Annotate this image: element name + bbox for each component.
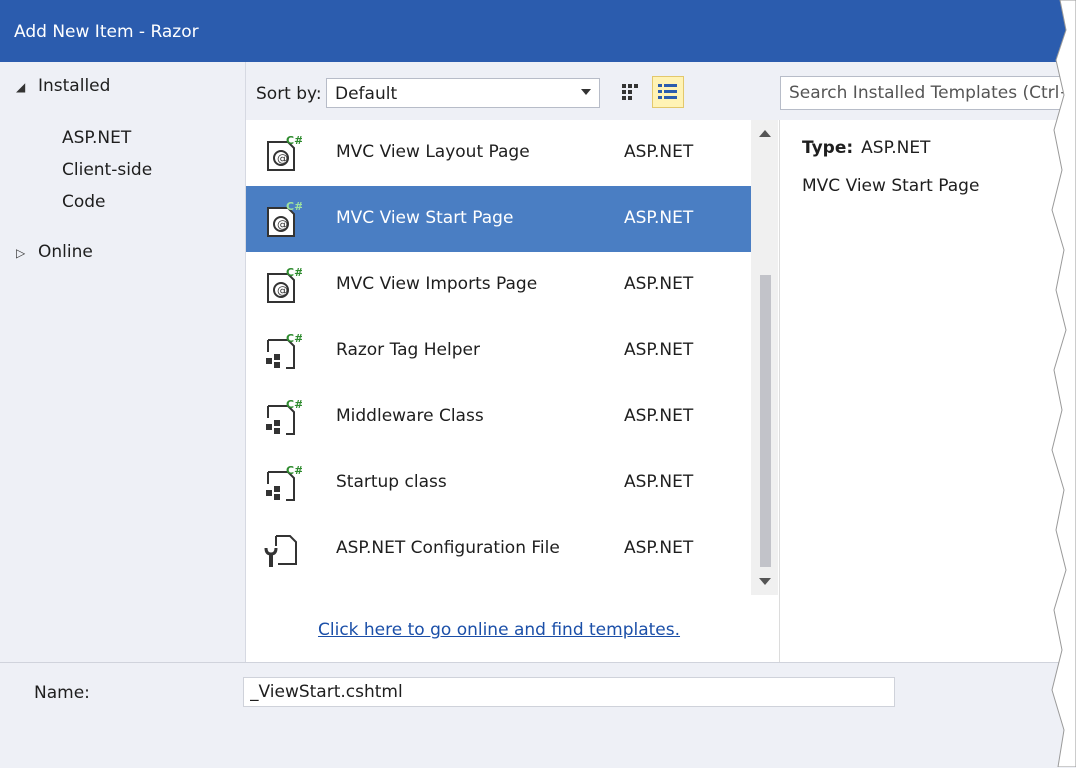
- razor-page-icon: @ C#: [267, 266, 302, 303]
- list-view-icon: [658, 84, 677, 99]
- template-category: ASP.NET: [624, 472, 694, 492]
- details-description: MVC View Start Page: [802, 176, 980, 196]
- class-icon: C#: [266, 464, 302, 501]
- svg-text:C#: C#: [286, 134, 302, 147]
- tree-item-client-side[interactable]: Client-side: [62, 160, 152, 180]
- template-category: ASP.NET: [624, 208, 694, 228]
- scroll-up-arrow-icon[interactable]: [759, 130, 771, 137]
- sort-dropdown[interactable]: Default: [326, 78, 600, 108]
- name-field[interactable]: [243, 677, 895, 707]
- tree-item-aspnet-label: ASP.NET: [62, 128, 132, 148]
- svg-text:C#: C#: [286, 332, 302, 345]
- svg-text:@: @: [277, 218, 288, 231]
- template-category: ASP.NET: [624, 340, 694, 360]
- search-templates-input[interactable]: Search Installed Templates (Ctrl+E): [780, 76, 1076, 110]
- razor-page-icon: @ C#: [267, 134, 302, 171]
- sort-dropdown-value: Default: [335, 84, 398, 104]
- scroll-down-arrow-icon[interactable]: [759, 578, 771, 585]
- tree-item-client-side-label: Client-side: [62, 160, 153, 180]
- template-name: Startup class: [336, 472, 447, 492]
- sort-toolbar: Sort by: Default Search Installed Templa…: [246, 62, 1076, 120]
- template-row-razor-tag-helper[interactable]: C# Razor Tag Helper ASP.NET: [246, 318, 751, 384]
- template-row-mvc-view-imports-page[interactable]: @ C# MVC View Imports Page ASP.NET: [246, 252, 751, 318]
- tree-node-online[interactable]: ▷ Online: [16, 242, 93, 262]
- name-area: Name:: [0, 662, 1076, 768]
- template-name: ASP.NET Configuration File: [336, 538, 560, 558]
- small-icons-view-button[interactable]: [614, 76, 646, 108]
- tree-item-aspnet[interactable]: ASP.NET: [62, 128, 131, 148]
- template-list: @ C# MVC View Layout Page ASP.NET @ C# M…: [246, 120, 778, 662]
- details-type-line: Type: ASP.NET: [802, 138, 930, 158]
- class-icon: C#: [266, 332, 302, 369]
- tree-node-installed-label: Installed: [38, 76, 111, 96]
- search-placeholder: Search Installed Templates (Ctrl+E): [789, 83, 1076, 103]
- name-input[interactable]: [244, 678, 894, 706]
- svg-text:C#: C#: [286, 200, 302, 213]
- template-name: MVC View Imports Page: [336, 274, 538, 294]
- svg-text:C#: C#: [286, 464, 302, 477]
- category-tree: ◢ Installed ASP.NET Client-side Code ▷ Onl…: [0, 62, 246, 662]
- template-row-mvc-view-start-page[interactable]: @ C# MVC View Start Page ASP.NET: [246, 186, 751, 252]
- template-row-mvc-view-layout-page[interactable]: @ C# MVC View Layout Page ASP.NET: [246, 120, 751, 186]
- svg-text:@: @: [277, 152, 288, 165]
- template-category: ASP.NET: [624, 406, 694, 426]
- template-category: ASP.NET: [624, 274, 694, 294]
- svg-text:C#: C#: [286, 266, 302, 279]
- template-category: ASP.NET: [624, 538, 694, 558]
- tree-item-code-label: Code: [62, 192, 106, 212]
- scrollbar-thumb[interactable]: [760, 275, 771, 567]
- svg-text:C#: C#: [286, 398, 302, 411]
- template-row-middleware-class[interactable]: C# Middleware Class ASP.NET: [246, 384, 751, 450]
- name-label: Name:: [34, 683, 90, 703]
- template-list-scrollbar[interactable]: [751, 120, 778, 595]
- window-title: Add New Item - Razor: [14, 22, 199, 42]
- template-name: MVC View Layout Page: [336, 142, 530, 162]
- tree-item-code[interactable]: Code: [62, 192, 106, 212]
- details-type-label: Type:: [802, 138, 854, 158]
- template-details-pane: Type: ASP.NET MVC View Start Page: [779, 120, 1076, 662]
- template-name: Middleware Class: [336, 406, 484, 426]
- chevron-down-icon: [581, 89, 591, 95]
- svg-text:@: @: [277, 284, 288, 297]
- razor-page-icon: @ C#: [267, 200, 302, 237]
- sort-by-label: Sort by:: [256, 84, 322, 104]
- class-icon: C#: [266, 398, 302, 435]
- expanded-triangle-icon[interactable]: ◢: [16, 80, 38, 94]
- template-row-startup-class[interactable]: C# Startup class ASP.NET: [246, 450, 751, 516]
- template-name: Razor Tag Helper: [336, 340, 480, 360]
- grid-view-icon: [622, 84, 638, 100]
- list-view-button[interactable]: [652, 76, 684, 108]
- template-name: MVC View Start Page: [336, 208, 514, 228]
- tree-node-online-label: Online: [38, 242, 93, 262]
- tree-node-installed[interactable]: ◢ Installed: [16, 76, 110, 96]
- details-type-value: ASP.NET: [861, 138, 931, 158]
- online-templates-link[interactable]: Click here to go online and find templat…: [318, 620, 680, 640]
- collapsed-triangle-icon[interactable]: ▷: [16, 246, 38, 260]
- template-category: ASP.NET: [624, 142, 694, 162]
- template-row-aspnet-configuration-file[interactable]: ASP.NET Configuration File ASP.NET: [246, 516, 751, 582]
- title-bar: Add New Item - Razor: [0, 0, 1076, 62]
- config-file-icon: [264, 535, 297, 567]
- torn-edge-decoration: [1051, 0, 1076, 767]
